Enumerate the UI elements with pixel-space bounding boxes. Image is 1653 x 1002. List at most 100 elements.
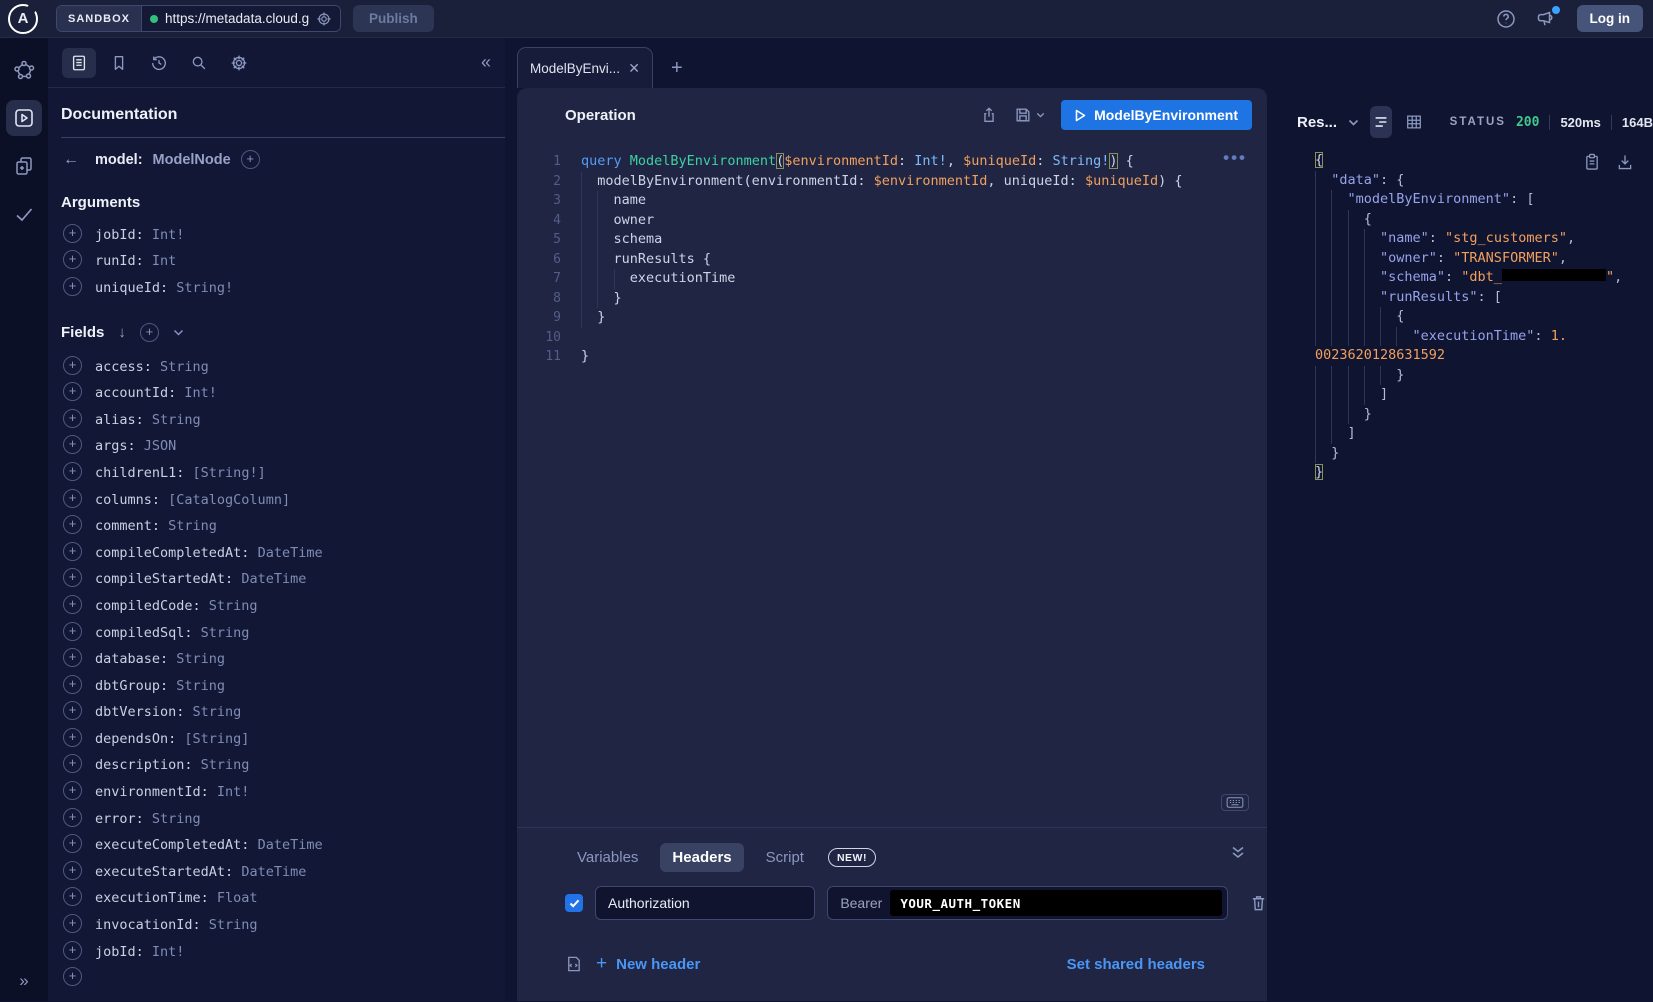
- field-row[interactable]: +executionTime: Float: [63, 884, 505, 911]
- add-field-icon[interactable]: +: [63, 701, 82, 720]
- docs-bookmark-icon[interactable]: [102, 48, 136, 78]
- tab-headers[interactable]: Headers: [660, 843, 743, 872]
- add-field-icon[interactable]: +: [63, 595, 82, 614]
- docs-search-icon[interactable]: [182, 48, 216, 78]
- help-icon[interactable]: [1496, 9, 1516, 29]
- response-dropdown-chevron-icon[interactable]: [1348, 119, 1359, 126]
- expand-rail-icon[interactable]: »: [19, 971, 28, 991]
- endpoint-settings-gear-icon[interactable]: [316, 11, 332, 27]
- header-name-input[interactable]: Authorization: [595, 886, 815, 920]
- add-all-fields-icon[interactable]: +: [241, 150, 260, 169]
- add-field-icon[interactable]: +: [63, 808, 82, 827]
- fields-options-chevron-icon[interactable]: [173, 329, 184, 336]
- operation-tab[interactable]: ModelByEnvi... ✕: [517, 47, 653, 88]
- tab-script[interactable]: Script: [754, 843, 816, 872]
- new-header-button[interactable]: + New header: [596, 953, 700, 975]
- field-row[interactable]: +compileCompletedAt: DateTime: [63, 538, 505, 565]
- nav-collections-icon[interactable]: [6, 148, 42, 184]
- add-argument-icon[interactable]: +: [63, 224, 82, 243]
- back-arrow-icon[interactable]: ←: [63, 151, 85, 169]
- add-field-icon[interactable]: +: [63, 754, 82, 773]
- add-field-icon[interactable]: +: [63, 861, 82, 880]
- delete-header-icon[interactable]: [1250, 894, 1267, 912]
- argument-row[interactable]: +jobId: Int!: [63, 220, 505, 247]
- publish-button[interactable]: Publish: [353, 5, 434, 32]
- share-operation-icon[interactable]: [980, 106, 998, 124]
- field-row[interactable]: +: [63, 963, 505, 990]
- add-field-icon[interactable]: +: [63, 409, 82, 428]
- editor-code[interactable]: query ModelByEnvironment($environmentId:…: [575, 152, 1267, 827]
- add-field-icon[interactable]: +: [63, 967, 82, 986]
- field-row[interactable]: +compiledCode: String: [63, 591, 505, 618]
- field-row[interactable]: +database: String: [63, 644, 505, 671]
- save-options-chevron-icon[interactable]: [1036, 112, 1045, 118]
- field-row[interactable]: +access: String: [63, 352, 505, 379]
- run-operation-button[interactable]: ModelByEnvironment: [1061, 100, 1252, 130]
- field-row[interactable]: +executeCompletedAt: DateTime: [63, 830, 505, 857]
- login-button[interactable]: Log in: [1577, 5, 1644, 32]
- nav-schema-graph-icon[interactable]: [6, 52, 42, 88]
- apollo-logo[interactable]: A: [8, 4, 38, 34]
- response-tree-view-icon[interactable]: [1370, 106, 1392, 138]
- argument-row[interactable]: +uniqueId: String!: [63, 273, 505, 300]
- docs-settings-gear-icon[interactable]: [222, 48, 256, 78]
- field-row[interactable]: +error: String: [63, 804, 505, 831]
- field-row[interactable]: +dbtVersion: String: [63, 698, 505, 725]
- add-field-icon[interactable]: +: [63, 356, 82, 375]
- docs-documentation-icon[interactable]: [62, 48, 96, 78]
- field-row[interactable]: +compiledSql: String: [63, 618, 505, 645]
- add-field-icon[interactable]: +: [63, 542, 82, 561]
- add-field-icon[interactable]: +: [63, 728, 82, 747]
- field-row[interactable]: +description: String: [63, 751, 505, 778]
- save-operation-icon[interactable]: [1014, 106, 1032, 124]
- add-field-icon[interactable]: +: [63, 489, 82, 508]
- add-field-icon[interactable]: +: [63, 382, 82, 401]
- add-field-icon[interactable]: +: [63, 887, 82, 906]
- set-shared-headers-link[interactable]: Set shared headers: [1067, 956, 1205, 973]
- graphql-editor[interactable]: 1234567891011 query ModelByEnvironment($…: [517, 142, 1267, 827]
- header-value-input[interactable]: Bearer YOUR_AUTH_TOKEN: [827, 886, 1228, 920]
- add-argument-icon[interactable]: +: [63, 277, 82, 296]
- nav-explorer-icon[interactable]: [6, 100, 42, 136]
- nav-checks-icon[interactable]: [6, 196, 42, 232]
- docs-history-icon[interactable]: [142, 48, 176, 78]
- add-field-icon[interactable]: +: [63, 568, 82, 587]
- field-row[interactable]: +executeStartedAt: DateTime: [63, 857, 505, 884]
- field-row[interactable]: +accountId: Int!: [63, 378, 505, 405]
- argument-row[interactable]: +runId: Int: [63, 247, 505, 274]
- add-field-icon[interactable]: +: [63, 515, 82, 534]
- field-row[interactable]: +columns: [CatalogColumn]: [63, 485, 505, 512]
- field-row[interactable]: +jobId: Int!: [63, 937, 505, 964]
- add-field-icon[interactable]: +: [63, 914, 82, 933]
- environment-variables-icon[interactable]: [565, 955, 582, 973]
- add-field-icon[interactable]: +: [63, 435, 82, 454]
- breadcrumb-type[interactable]: ModelNode: [153, 152, 231, 168]
- field-row[interactable]: +args: JSON: [63, 432, 505, 459]
- add-field-icon[interactable]: +: [63, 834, 82, 853]
- close-tab-icon[interactable]: ✕: [628, 60, 640, 77]
- add-argument-icon[interactable]: +: [63, 250, 82, 269]
- tab-variables[interactable]: Variables: [565, 843, 650, 872]
- response-table-view-icon[interactable]: [1403, 106, 1425, 138]
- copy-response-icon[interactable]: [1584, 153, 1600, 171]
- endpoint-field[interactable]: https://metadata.cloud.get: [142, 6, 340, 31]
- add-field-icon[interactable]: +: [63, 781, 82, 800]
- add-field-icon[interactable]: +: [63, 675, 82, 694]
- endpoint-url[interactable]: https://metadata.cloud.get: [165, 11, 309, 26]
- editor-more-options-icon[interactable]: •••: [1223, 148, 1247, 168]
- keyboard-shortcuts-icon[interactable]: [1221, 794, 1249, 811]
- new-tab-icon[interactable]: +: [671, 57, 683, 80]
- field-row[interactable]: +comment: String: [63, 511, 505, 538]
- auth-token-field[interactable]: YOUR_AUTH_TOKEN: [890, 890, 1222, 916]
- field-row[interactable]: +childrenL1: [String!]: [63, 458, 505, 485]
- add-fields-icon[interactable]: +: [140, 323, 159, 342]
- add-field-icon[interactable]: +: [63, 648, 82, 667]
- add-field-icon[interactable]: +: [63, 941, 82, 960]
- collapse-docs-panel-icon[interactable]: «: [481, 52, 491, 73]
- add-field-icon[interactable]: +: [63, 622, 82, 641]
- field-row[interactable]: +compileStartedAt: DateTime: [63, 565, 505, 592]
- sort-fields-icon[interactable]: ↓: [118, 324, 126, 341]
- collapse-request-options-icon[interactable]: [1231, 846, 1245, 859]
- field-row[interactable]: +dependsOn: [String]: [63, 724, 505, 751]
- field-row[interactable]: +alias: String: [63, 405, 505, 432]
